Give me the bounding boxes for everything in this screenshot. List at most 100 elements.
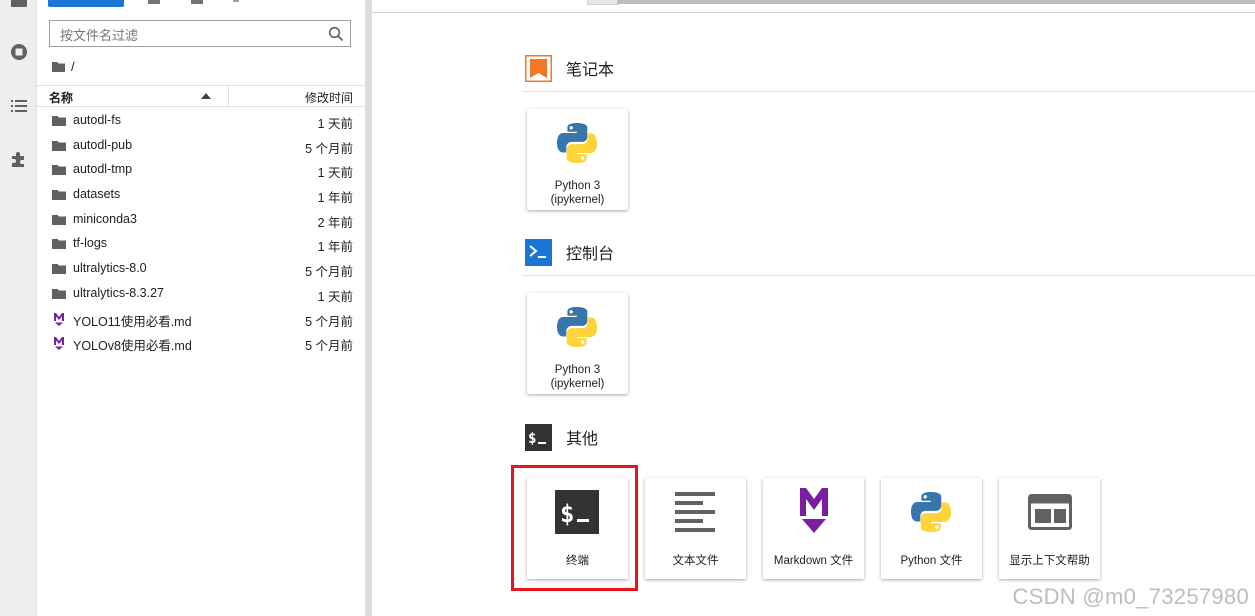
card-label: Python 文件 <box>900 555 963 567</box>
watermark: CSDN @m0_73257980 <box>1012 584 1249 609</box>
folder-icon <box>52 288 66 299</box>
running-sessions-icon[interactable] <box>10 43 28 61</box>
file-browser-panel: / 名称 修改时间 autodl-fs 1 天前 autodl-pub 5 个月… <box>37 0 365 616</box>
file-name: datasets <box>73 187 121 202</box>
file-name: ultralytics-8.0 <box>73 261 147 276</box>
python-logo-icon <box>911 492 951 532</box>
file-row[interactable]: autodl-pub 5 个月前 <box>37 134 365 159</box>
file-row[interactable]: autodl-fs 1 天前 <box>37 109 365 134</box>
activity-bar <box>0 0 37 616</box>
search-icon[interactable] <box>328 26 344 42</box>
section-divider <box>522 91 1255 92</box>
console-icon <box>525 238 552 266</box>
folder-icon <box>52 214 66 225</box>
sort-ascending-icon[interactable] <box>201 93 211 99</box>
file-modified: 1 年前 <box>317 240 353 255</box>
console-python3-card[interactable]: Python 3 (ipykernel) <box>527 293 628 394</box>
file-name: YOLO11使用必看.md <box>73 314 192 329</box>
column-name-header[interactable]: 名称 <box>49 89 73 106</box>
file-modified: 1 天前 <box>317 117 353 131</box>
file-modified: 5 个月前 <box>305 265 353 280</box>
card-label-line2: (ipykernel) <box>550 194 605 206</box>
file-modified: 5 个月前 <box>305 314 353 329</box>
file-name: miniconda3 <box>73 211 137 226</box>
file-filter-input[interactable] <box>58 25 322 45</box>
file-modified: 2 年前 <box>317 215 353 230</box>
text-file-icon <box>675 492 715 532</box>
markdown-icon <box>800 488 828 533</box>
tab-divider <box>372 12 1255 13</box>
column-modified-header[interactable]: 修改时间 <box>305 89 353 106</box>
breadcrumb-root[interactable]: / <box>71 59 75 74</box>
file-modified: 1 天前 <box>317 166 353 181</box>
card-label-line2: (ipykernel) <box>550 378 605 390</box>
refresh-icon[interactable] <box>231 0 243 4</box>
launcher-panel: 笔记本 Python 3 (ipykernel) 控制台 Python 3 (i… <box>372 0 1255 616</box>
extension-manager-icon[interactable] <box>10 150 28 168</box>
python-logo-icon <box>557 123 597 163</box>
card-label: Markdown 文件 <box>773 555 854 567</box>
new-launcher-button[interactable] <box>48 0 124 7</box>
file-browser-toolbar <box>48 0 348 8</box>
markdown-file-icon <box>54 337 64 351</box>
section-title: 其他 <box>566 431 599 448</box>
file-filter-box <box>49 20 351 47</box>
file-list: autodl-fs 1 天前 autodl-pub 5 个月前 autodl-t… <box>37 109 365 356</box>
upload-icon[interactable] <box>191 0 203 4</box>
markdown-file-card[interactable]: Markdown 文件 <box>763 478 864 579</box>
card-label: Python 3 (ipykernel) <box>527 179 628 207</box>
file-modified: 1 天前 <box>317 289 353 304</box>
console-section-header: 控制台 <box>525 238 614 266</box>
file-name: ultralytics-8.3.27 <box>73 285 165 300</box>
file-modified: 5 个月前 <box>305 141 353 156</box>
card-label: 显示上下文帮助 <box>1009 555 1090 567</box>
new-folder-icon[interactable] <box>148 0 160 4</box>
file-row[interactable]: YOLOv8使用必看.md 5 个月前 <box>37 331 365 356</box>
folder-icon <box>52 140 66 151</box>
folder-icon <box>52 165 66 176</box>
card-label-line1: Python 3 <box>554 180 601 192</box>
card-label: Python 3 (ipykernel) <box>527 363 628 391</box>
file-row[interactable]: YOLO11使用必看.md 5 个月前 <box>37 307 365 332</box>
folder-icon <box>52 116 66 126</box>
tab-stub[interactable] <box>587 0 619 5</box>
table-of-contents-icon[interactable] <box>10 97 28 115</box>
context-help-card[interactable]: 显示上下文帮助 <box>999 478 1100 579</box>
file-name: YOLOv8使用必看.md <box>73 339 192 354</box>
python-file-card[interactable]: Python 文件 <box>881 478 982 579</box>
other-section-header: $ 其他 <box>525 423 598 451</box>
file-row[interactable]: autodl-tmp 1 天前 <box>37 158 365 183</box>
file-row[interactable]: ultralytics-8.3.27 1 天前 <box>37 282 365 307</box>
notebook-icon <box>525 54 552 82</box>
section-title: 笔记本 <box>566 62 615 79</box>
section-title: 控制台 <box>566 246 615 263</box>
section-divider <box>522 275 1255 276</box>
breadcrumb: / <box>52 58 75 74</box>
svg-text:$: $ <box>528 431 536 447</box>
context-help-icon <box>1028 494 1072 530</box>
file-row[interactable]: tf-logs 1 年前 <box>37 232 365 257</box>
file-name: autodl-fs <box>73 113 121 127</box>
folder-icon[interactable] <box>52 61 65 72</box>
folder-icon <box>52 190 66 201</box>
python-logo-icon <box>557 307 597 347</box>
markdown-file-icon <box>54 312 64 326</box>
card-label-line1: Python 3 <box>554 364 601 376</box>
notebook-python3-card[interactable]: Python 3 (ipykernel) <box>527 109 628 210</box>
file-row[interactable]: miniconda3 2 年前 <box>37 208 365 233</box>
file-row[interactable]: datasets 1 年前 <box>37 183 365 208</box>
card-label: 文本文件 <box>672 555 719 567</box>
folder-tab-icon[interactable] <box>10 0 28 10</box>
tab-bar <box>617 0 1255 4</box>
file-modified: 5 个月前 <box>305 339 353 354</box>
file-row[interactable]: ultralytics-8.0 5 个月前 <box>37 257 365 282</box>
file-list-header: 名称 修改时间 <box>37 85 365 107</box>
folder-icon <box>52 264 66 275</box>
panel-splitter[interactable] <box>365 0 372 616</box>
file-name: autodl-pub <box>73 137 133 152</box>
file-name: tf-logs <box>73 236 108 251</box>
notebook-section-header: 笔记本 <box>525 54 614 82</box>
file-modified: 1 年前 <box>317 191 353 206</box>
column-divider[interactable] <box>228 86 229 106</box>
text-file-card[interactable]: 文本文件 <box>645 478 746 579</box>
